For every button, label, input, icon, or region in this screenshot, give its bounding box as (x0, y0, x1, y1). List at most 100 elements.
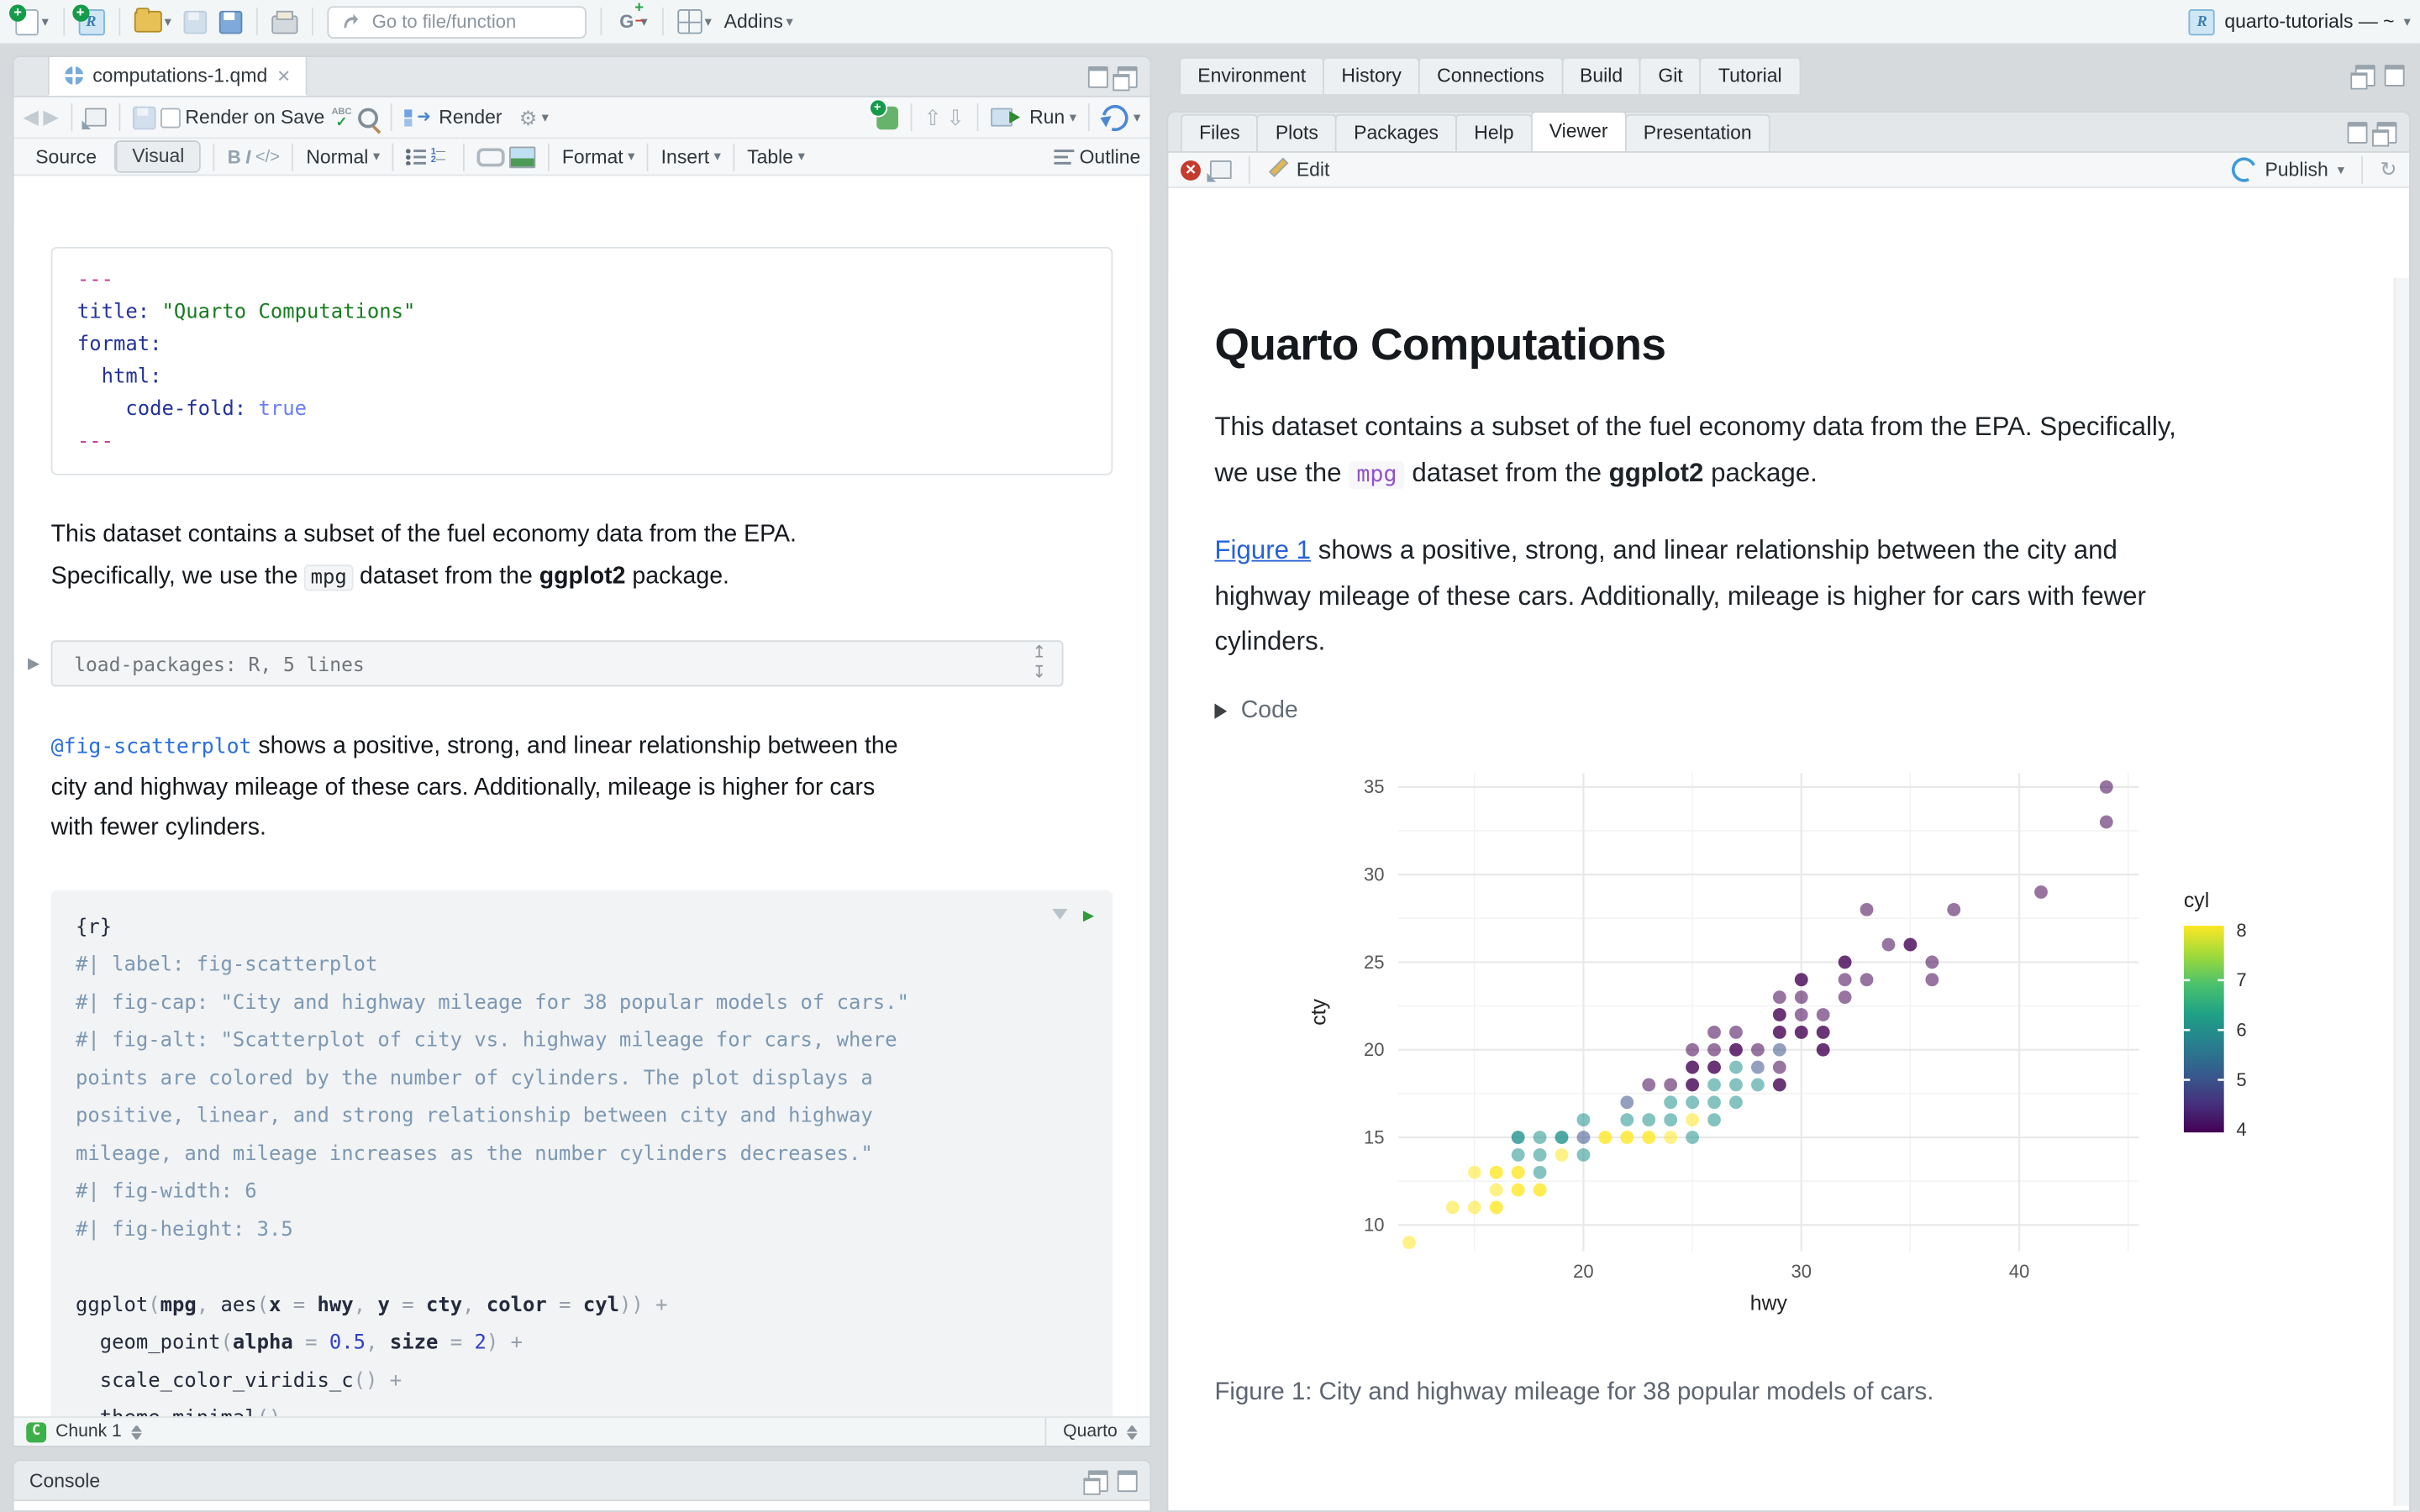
top-pane-popout-icon[interactable] (2355, 65, 2375, 87)
tab-help[interactable]: Help (1455, 114, 1532, 151)
editor-statusbar: C Chunk 1 Quarto (14, 1416, 1150, 1446)
editor-tab[interactable]: computations-1.qmd ✕ (48, 57, 308, 96)
visual-editor-toolbar: Source Visual B I </> Normal▾ 1—2— Forma… (14, 139, 1150, 176)
link-icon[interactable] (477, 147, 505, 165)
run-previous-icon[interactable]: ⇧ (923, 104, 942, 130)
editor-toolbar: ◀ ▶ Render on Save ABC Render ⚙ ▾ ⇧ ⇩ Ru… (14, 97, 1150, 139)
gear-icon[interactable]: ⚙ (519, 108, 537, 128)
paragraph-style-dropdown[interactable]: Normal (306, 146, 368, 168)
yaml-block[interactable]: ---title: "Quarto Computations"format: h… (51, 247, 1113, 475)
save-button[interactable] (177, 7, 213, 36)
save-document-icon[interactable] (133, 106, 156, 129)
search-icon[interactable] (359, 108, 379, 128)
new-file-button[interactable]: ▾ (9, 5, 55, 38)
chunk-nav-icon[interactable] (131, 1425, 142, 1439)
top-pane-maximize-icon[interactable] (2385, 65, 2405, 87)
refresh-icon[interactable]: ↻ (2380, 157, 2396, 181)
new-project-button[interactable]: R (71, 5, 110, 38)
project-menu[interactable]: R quarto-tutorials — ~ ▾ (2189, 8, 2411, 34)
svg-text:40: 40 (2009, 1261, 2030, 1282)
run-chunks-above-icon[interactable] (1052, 909, 1067, 920)
open-file-button[interactable]: ▾ (128, 8, 178, 35)
tab-packages[interactable]: Packages (1335, 114, 1457, 151)
bullet-list-icon[interactable] (406, 148, 426, 165)
filetype-select-icon[interactable] (1127, 1425, 1138, 1439)
open-in-window-icon[interactable] (85, 108, 107, 127)
render-button[interactable]: Render (439, 107, 502, 129)
chunk-fold-caret-icon[interactable]: ▶ (28, 655, 39, 672)
table-menu[interactable]: Table (747, 146, 793, 168)
run-button[interactable]: Run (1029, 107, 1065, 129)
git-menu-button[interactable]: G▾ (610, 7, 654, 36)
publish-button[interactable]: Publish (2265, 159, 2328, 181)
spellcheck-icon[interactable]: ABC (329, 108, 354, 128)
visual-mode-toggle: Visual (113, 140, 201, 173)
render-on-save-checkbox[interactable] (160, 108, 181, 128)
image-icon[interactable] (509, 146, 535, 168)
tab-tutorial[interactable]: Tutorial (1700, 57, 1801, 94)
project-name: quarto-tutorials — ~ (2224, 11, 2394, 33)
edit-button[interactable]: Edit (1297, 159, 1330, 181)
figure-caption: Figure 1: City and highway mileage for 3… (1214, 1379, 1933, 1407)
print-button[interactable] (266, 7, 304, 36)
goto-file-input[interactable] (369, 9, 557, 34)
visual-mode-button[interactable]: Visual (115, 142, 200, 171)
format-menu[interactable]: Format (562, 146, 623, 168)
tab-connections[interactable]: Connections (1418, 57, 1563, 94)
tab-git[interactable]: Git (1639, 57, 1701, 94)
editor-content[interactable]: ---title: "Quarto Computations"format: h… (14, 222, 1150, 1417)
new-file-icon (15, 8, 39, 34)
new-project-icon: R (78, 8, 104, 34)
italic-icon[interactable]: I (245, 146, 250, 168)
tab-history[interactable]: History (1323, 57, 1420, 94)
pane-layout-button[interactable]: ▾ (671, 6, 718, 37)
editor-paragraph-2[interactable]: @fig-scatterplot shows a positive, stron… (51, 727, 1101, 849)
tab-environment[interactable]: Environment (1179, 57, 1324, 94)
code-chunk[interactable]: ▶ {r}#| label: fig-scatterplot#| fig-cap… (51, 890, 1113, 1418)
expand-chunk-icon[interactable]: ↥↧ (1032, 643, 1046, 684)
clear-viewer-icon[interactable]: ✕ (1181, 160, 1201, 180)
run-chunk-icon[interactable]: ▶ (1083, 905, 1094, 923)
back-icon[interactable]: ◀ (24, 105, 39, 129)
numbered-list-icon[interactable]: 1—2— (431, 149, 451, 164)
console-popout-icon[interactable] (1088, 1470, 1108, 1492)
chunk-position-label[interactable]: Chunk 1 (55, 1422, 122, 1441)
tab-build[interactable]: Build (1561, 57, 1641, 94)
forward-icon[interactable]: ▶ (43, 105, 58, 129)
triangle-right-icon (1214, 704, 1227, 719)
viewer-scrollbar[interactable] (2394, 278, 2409, 1506)
tab-plots[interactable]: Plots (1257, 114, 1337, 151)
editor-tab-title: computations-1.qmd (92, 65, 267, 87)
console-maximize-icon[interactable] (1118, 1470, 1138, 1492)
goto-file-search[interactable] (327, 5, 587, 38)
insert-chunk-icon[interactable] (876, 106, 897, 129)
source-mode-button[interactable]: Source (24, 146, 109, 168)
code-format-icon[interactable]: </> (255, 147, 280, 165)
minimize-pane-icon[interactable] (1088, 66, 1108, 88)
svg-text:20: 20 (1364, 1039, 1385, 1060)
viewer-minimize-icon[interactable] (2348, 122, 2368, 144)
editor-paragraph-1[interactable]: This dataset contains a subset of the fu… (51, 515, 1101, 596)
svg-text:25: 25 (1364, 952, 1385, 973)
insert-menu[interactable]: Insert (661, 146, 709, 168)
tab-presentation[interactable]: Presentation (1625, 114, 1770, 151)
edit-pencil-icon (1267, 160, 1287, 180)
viewer-popout-icon[interactable] (1210, 160, 1232, 179)
outline-toggle[interactable]: Outline (1080, 146, 1141, 168)
code-disclosure[interactable]: Code (1214, 697, 1297, 725)
svg-text:30: 30 (1364, 864, 1385, 885)
save-all-button[interactable] (213, 7, 249, 36)
run-next-icon[interactable]: ⇩ (946, 104, 965, 130)
close-icon[interactable]: ✕ (276, 66, 291, 86)
viewer-maximize-icon[interactable] (2377, 122, 2397, 144)
filetype-label[interactable]: Quarto (1063, 1422, 1118, 1441)
tab-viewer[interactable]: Viewer (1531, 111, 1627, 151)
bold-icon[interactable]: B (228, 146, 241, 168)
collapsed-chunk[interactable]: ▶ load-packages: R, 5 lines ↥↧ (51, 640, 1064, 686)
maximize-pane-icon[interactable] (1118, 66, 1138, 88)
publish-icon (2228, 154, 2260, 186)
console-header[interactable]: Console (14, 1461, 1150, 1501)
rerun-icon[interactable] (1098, 99, 1134, 135)
tab-files[interactable]: Files (1181, 114, 1259, 151)
addins-menu[interactable]: Addins▾ (718, 8, 799, 35)
